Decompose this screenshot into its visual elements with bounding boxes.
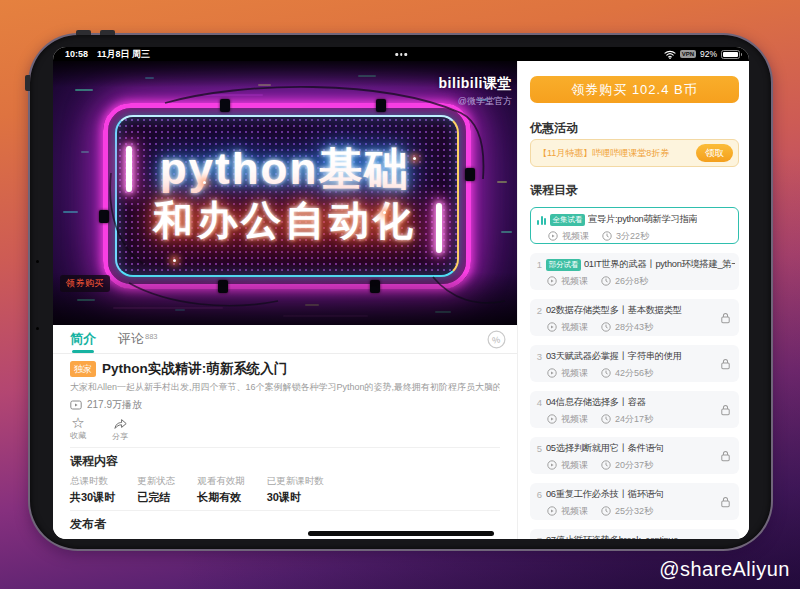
course-title: Python实战精讲:萌新系统入门 [102,360,287,378]
clock-icon [601,276,611,286]
mic-hole [36,260,39,263]
course-sidebar: 领券购买 102.4 B币 优惠活动 【11月特惠】哔哩哔哩课堂8折券 领取 课… [517,61,749,539]
bilibili-logo: bilibili课堂 @微学堂官方 [439,75,512,108]
video-type-icon [547,414,557,424]
neon-tube-right [436,203,442,253]
vpn-badge: VPN [680,50,696,58]
share-button[interactable]: 分享 [112,416,128,442]
stat-validity: 观看有效期 长期有效 [197,475,245,505]
status-bar: 10:58 11月8日 周三 VPN 92% [53,47,749,61]
home-indicator[interactable] [308,531,494,536]
clock-icon [601,460,611,470]
volume-down-button[interactable] [100,30,115,35]
lesson-title: 01IT世界的武器丨python环境搭建_第一个 [584,258,735,271]
tablet-device: 10:58 11月8日 周三 VPN 92% [28,33,773,551]
lesson-card-7[interactable]: 7 07停止循环姿势多break_continue 视频课 18分40秒 [530,529,739,539]
volume-up-button[interactable] [76,30,91,35]
battery-percent: 92% [700,49,717,59]
play-count-icon [70,400,82,410]
lock-icon [719,403,732,416]
tab-comments[interactable]: 评论883 [118,325,158,353]
status-date: 11月8日 周三 [97,48,150,61]
clock-icon [601,414,611,424]
video-type-icon [547,276,557,286]
wifi-icon [664,50,676,59]
multitask-dots-icon [395,53,407,56]
stat-updated: 已更新课时数 30课时 [267,475,324,505]
stat-total: 总课时数 共30课时 [70,475,115,505]
lesson-title: 03天赋武器必掌握丨字符串的使用 [546,350,682,363]
video-type-icon [547,368,557,378]
lesson-title: 02数据存储类型多丨基本数据类型 [546,304,682,317]
share-icon [113,417,128,430]
favorite-button[interactable]: ☆ 收藏 [70,416,86,442]
discount-circle-icon[interactable]: % [487,330,506,353]
clock-icon [601,368,611,378]
lesson-title: 05选择判断就用它丨条件语句 [546,442,664,455]
watermark: @shareAliyun [659,558,790,581]
lesson-card-4[interactable]: 4 04信息存储选择多丨容器 视频课 24分17秒 [530,391,739,428]
coupon-banner: 【11月特惠】哔哩哔哩课堂8折券 领取 [530,139,739,167]
svg-text:%: % [491,334,501,345]
bilibili-logo-subtitle: @微学堂官方 [439,95,512,108]
promo-heading: 优惠活动 [530,120,739,137]
lesson-card-0[interactable]: 全集试看 宣导片:python萌新学习指南 视频课 3分22秒 [530,207,739,244]
banner-title-line1: python基础 [53,140,517,199]
coupon-buy-tag[interactable]: 领券购买 [60,275,110,292]
lesson-title: 06重复工作必杀技丨循环语句 [546,488,664,501]
lesson-card-6[interactable]: 6 06重复工作必杀技丨循环语句 视频课 25分32秒 [530,483,739,520]
tab-bar: 简介 评论883 % [53,325,517,354]
lock-icon [719,495,732,508]
buy-button[interactable]: 领券购买 102.4 B币 [530,76,739,103]
star-icon: ☆ [71,416,84,430]
lesson-card-5[interactable]: 5 05选择判断就用它丨条件语句 视频课 20分37秒 [530,437,739,474]
lesson-card-1[interactable]: 1 部分试看 01IT世界的武器丨python环境搭建_第一个 视频课 26分8… [530,253,739,290]
clock-icon [601,506,611,516]
banner-title-line2: 和办公自动化 [53,193,517,248]
playing-bars-icon [537,215,546,225]
clock-icon [602,231,612,241]
status-time: 10:58 [65,49,88,59]
lesson-badge: 全集试看 [550,214,585,226]
lesson-title: 07停止循环姿势多break_continue [546,534,678,539]
lesson-badge: 部分试看 [546,259,581,271]
lesson-title: 宣导片:python萌新学习指南 [588,213,697,226]
lock-icon [719,449,732,462]
section-course-content: 课程内容 [70,453,500,470]
catalog-heading: 课程目录 [530,182,739,199]
stat-status: 更新状态 已完结 [137,475,175,505]
video-type-icon [547,460,557,470]
tab-intro[interactable]: 简介 [70,325,96,353]
clock-icon [601,322,611,332]
bilibili-logo-text: bilibili课堂 [439,75,512,93]
play-count: 217.9万播放 [70,398,500,412]
lesson-card-2[interactable]: 2 02数据存储类型多丨基本数据类型 视频课 28分43秒 [530,299,739,336]
lock-icon [719,357,732,370]
power-button[interactable] [25,75,30,91]
exclusive-badge: 独家 [70,361,96,377]
coupon-text: 【11月特惠】哔哩哔哩课堂8折券 [538,147,696,160]
video-type-icon [547,506,557,516]
coupon-claim-button[interactable]: 领取 [696,144,733,162]
course-info-panel: 简介 评论883 % 独家 [53,325,517,539]
video-type-icon [547,322,557,332]
neon-tube-left [126,146,132,192]
tablet-screen: 10:58 11月8日 周三 VPN 92% [53,47,749,539]
mic-hole [36,327,39,330]
course-video-banner[interactable]: python基础 和办公自动化 bilibili课堂 @微学堂官方 领券购买 [53,61,517,325]
battery-icon [721,50,740,59]
lock-icon [719,311,732,324]
lesson-title: 04信息存储选择多丨容器 [546,396,646,409]
lesson-card-3[interactable]: 3 03天赋武器必掌握丨字符串的使用 视频课 42分56秒 [530,345,739,382]
video-type-icon [548,231,558,241]
course-description: 大家和Allen一起从新手村出发,用四个章节、16个案例解锁各种学习Python… [70,381,500,394]
photo-background: 10:58 11月8日 周三 VPN 92% [0,0,800,589]
